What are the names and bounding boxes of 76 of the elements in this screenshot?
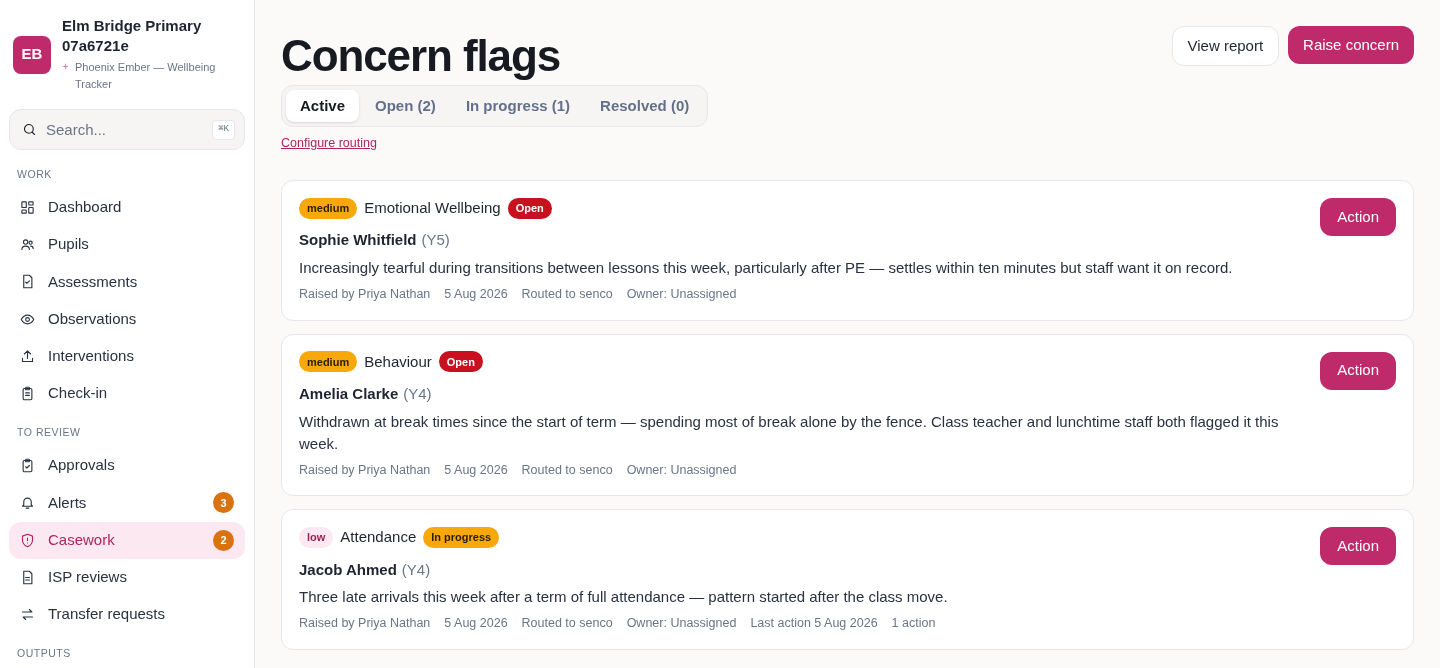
nav-item[interactable]: ISP reviews — [9, 558, 245, 597]
search-icon — [22, 122, 37, 137]
nav-item[interactable]: Pupils — [9, 225, 245, 264]
org-name: Elm Bridge Primary 07a6721e — [62, 16, 203, 56]
severity-tag: medium — [299, 351, 358, 373]
shortcut-hint: ⌘K — [212, 120, 235, 140]
document-check-icon — [20, 274, 35, 290]
clipboard-icon — [20, 386, 35, 402]
shield-alert-icon — [20, 532, 35, 548]
meta-text: Owner: Unassigned — [626, 285, 737, 303]
section-label: TO REVIEW — [16, 425, 82, 441]
view-report-button[interactable]: View report — [1171, 26, 1280, 66]
flag-note: Withdrawn at break times since the start of term — spending most of break alone by the fence. Class teacher and lunchtime staff both flagged it this week. — [299, 411, 1280, 454]
severity-tag: medium — [299, 197, 358, 219]
logo-badge: EB — [13, 35, 51, 74]
meta-text: Routed to senco — [521, 615, 613, 633]
users-icon — [20, 237, 35, 253]
category-label: Attendance — [340, 527, 417, 548]
meta-text: Owner: Unassigned — [626, 461, 737, 479]
grid-icon — [20, 199, 35, 215]
arrows-icon — [20, 607, 35, 623]
meta-text: 5 Aug 2026 — [444, 285, 508, 303]
section-label: WORK — [16, 166, 53, 182]
action-button[interactable]: Action — [1320, 351, 1396, 390]
meta-text: 5 Aug 2026 — [444, 461, 508, 479]
category-label: Emotional Wellbeing — [364, 197, 501, 218]
meta-text: Raised by Priya Nathan — [299, 285, 431, 303]
count-badge: 3 — [213, 492, 234, 514]
filter-tab[interactable]: Resolved (0) — [586, 90, 704, 122]
meta-text: Raised by Priya Nathan — [299, 615, 431, 633]
action-button[interactable]: Action — [1320, 197, 1396, 236]
count-badge: 2 — [213, 529, 234, 551]
year-group: (Y4) — [401, 558, 431, 582]
filter-tab[interactable]: Active — [286, 90, 360, 122]
nav-item[interactable]: Alerts 3 — [9, 484, 245, 522]
meta-text: Owner: Unassigned — [626, 615, 737, 633]
nav-item[interactable]: Assessments — [9, 263, 245, 301]
raise-concern-button[interactable]: Raise concern — [1288, 26, 1414, 64]
pupil-name: Sophie Whitfield — [299, 230, 417, 251]
status-tag: In progress — [423, 527, 500, 548]
status-tag: Open — [438, 351, 483, 373]
nav-item[interactable]: Transfer requests — [9, 596, 245, 634]
clipboard-check-icon — [20, 458, 35, 474]
filter-tab[interactable]: In progress (1) — [451, 90, 585, 122]
page-title: Concern flags — [281, 30, 561, 82]
eye-icon — [20, 311, 35, 327]
nav-item[interactable]: Casework 2 — [9, 521, 245, 559]
product-name: Phoenix Ember — Wellbeing Tracker — [75, 60, 217, 92]
routing-link[interactable]: Configure routing — [281, 134, 377, 153]
flag-note: Increasingly tearful during transitions between lessons this week, particularly after PE — settles within ten minutes but staff want it on record. — [299, 257, 1234, 278]
upload-icon — [20, 348, 35, 364]
year-group: (Y4) — [403, 383, 432, 406]
pupil-name: Jacob Ahmed — [299, 559, 397, 580]
document-icon — [20, 569, 35, 585]
filter-tab[interactable]: Open (2) — [361, 90, 450, 122]
action-button[interactable]: Action — [1320, 527, 1396, 566]
nav-item[interactable]: Interventions — [9, 337, 245, 376]
meta-text: Last action 5 Aug 2026 — [750, 615, 878, 633]
meta-text: 5 Aug 2026 — [444, 615, 508, 633]
category-label: Behaviour — [364, 351, 432, 372]
pupil-name: Amelia Clarke — [299, 384, 399, 404]
section-label: OUTPUTS — [16, 646, 72, 662]
sparkle-icon — [62, 63, 69, 70]
meta-text: Raised by Priya Nathan — [299, 461, 431, 479]
nav-item[interactable]: Dashboard — [9, 188, 245, 226]
nav-item[interactable]: Observations — [9, 300, 245, 338]
severity-tag: low — [299, 527, 334, 548]
nav-item[interactable]: Check-in — [9, 375, 245, 413]
meta-text: 1 action — [891, 615, 936, 633]
meta-text: Routed to senco — [521, 285, 613, 303]
flag-note: Three late arrivals this week after a term of full attendance — pattern started after the class move. — [299, 587, 949, 608]
year-group: (Y5) — [421, 229, 450, 252]
status-tag: Open — [507, 197, 552, 219]
bell-icon — [20, 495, 35, 511]
meta-text: Routed to senco — [521, 461, 613, 479]
nav-item[interactable]: Approvals — [9, 446, 245, 485]
